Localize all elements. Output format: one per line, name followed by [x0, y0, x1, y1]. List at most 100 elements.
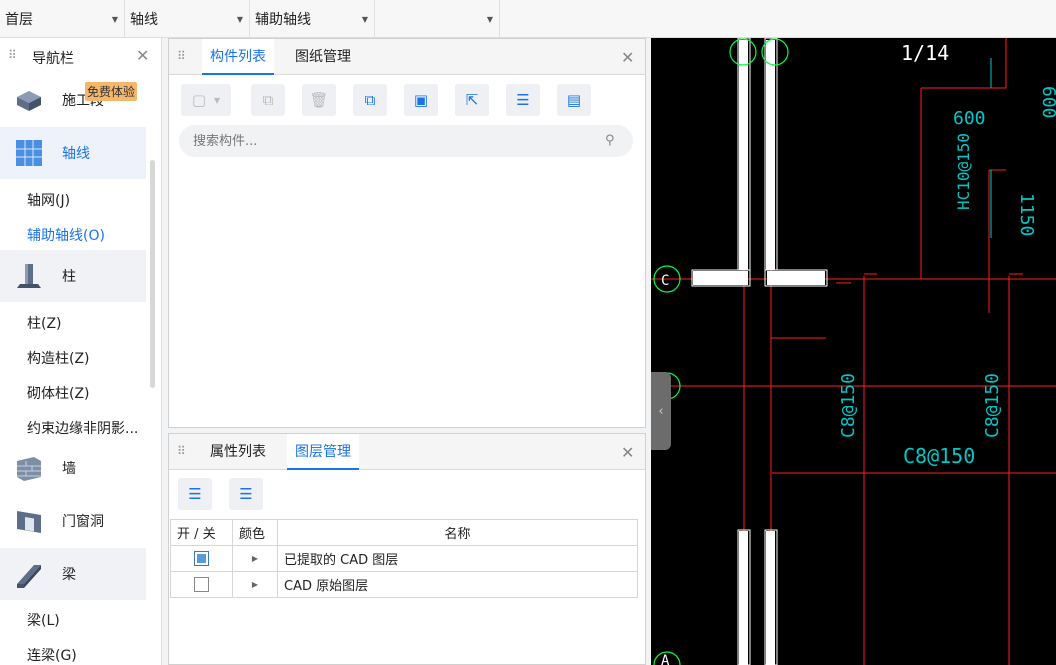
- chevron-down-icon: ▼: [111, 15, 118, 24]
- nav-category-label: 梁: [62, 567, 76, 583]
- close-icon[interactable]: ✕: [621, 48, 634, 67]
- rebar-label-hc10: HC10@150: [954, 133, 973, 210]
- nav-item-structural-column[interactable]: 构造柱(Z): [27, 348, 90, 368]
- table-row[interactable]: ▶ 已提取的 CAD 图层: [170, 545, 638, 572]
- door-window-icon: [17, 511, 41, 533]
- axis-grid-icon: [16, 140, 42, 166]
- chevron-left-icon: ‹: [658, 403, 664, 419]
- nav-category-door-window[interactable]: 门窗洞: [0, 495, 146, 547]
- divider: [499, 0, 500, 38]
- layers-show-icon: ☰: [188, 485, 202, 503]
- tab-layer-management[interactable]: 图层管理: [287, 434, 359, 470]
- layer-name: CAD 原始图层: [277, 571, 638, 598]
- nav-item-beam[interactable]: 梁(L): [27, 610, 60, 630]
- detail-list-icon: ▤: [566, 91, 582, 109]
- trash-icon: 🗑: [309, 91, 329, 109]
- floor-dropdown[interactable]: 首层 ▼: [0, 0, 124, 38]
- chevron-down-icon: ▼: [214, 95, 221, 105]
- search-icon: ⚲: [605, 133, 615, 148]
- close-icon[interactable]: ✕: [621, 443, 634, 462]
- nav-category-label: 墙: [62, 461, 76, 477]
- close-icon[interactable]: ✕: [136, 46, 149, 65]
- nav-item-masonry-column[interactable]: 砌体柱(Z): [27, 383, 90, 403]
- beam-icon: [17, 565, 41, 588]
- column-header-toggle: 开 / 关: [170, 519, 233, 546]
- expand-arrow-icon[interactable]: ▶: [252, 554, 258, 563]
- nav-category-label: 轴线: [62, 146, 90, 162]
- nav-item-column[interactable]: 柱(Z): [27, 313, 62, 333]
- nav-item-axis-grid[interactable]: 轴网(J): [27, 190, 70, 210]
- table-row[interactable]: ▶ CAD 原始图层: [170, 571, 638, 598]
- drag-handle-icon[interactable]: ⠿: [8, 48, 17, 62]
- nav-panel: ⠿ 导航栏 ✕ 施工段 免费体验 轴线 轴网(J) 辅助轴线(O) 柱 柱(Z)…: [0, 38, 162, 665]
- nav-item-aux-axis[interactable]: 辅助轴线(O): [27, 225, 105, 245]
- column-header-name: 名称: [277, 519, 638, 546]
- nav-category-construction-segment[interactable]: 施工段 免费体验: [0, 74, 146, 126]
- construction-segment-icon: [17, 91, 41, 111]
- chevron-down-icon: ▼: [236, 15, 243, 24]
- scale-label: 1/14: [901, 41, 949, 65]
- layer-toggle-checkbox[interactable]: [194, 577, 209, 592]
- category-dropdown[interactable]: 轴线 ▼: [125, 0, 249, 38]
- nav-title: 导航栏: [32, 51, 74, 67]
- expand-arrow-icon[interactable]: ▶: [252, 580, 258, 589]
- column-header-color: 颜色: [232, 519, 278, 546]
- details-button[interactable]: ▤: [557, 84, 591, 116]
- export-icon: ⇱: [465, 91, 479, 109]
- new-component-button[interactable]: ▢ ▼: [181, 84, 231, 116]
- properties-button[interactable]: ☰: [506, 84, 540, 116]
- export-button[interactable]: ⇱: [455, 84, 489, 116]
- copy-button[interactable]: ⧉: [251, 84, 285, 116]
- nav-item-boundary-element[interactable]: 约束边缘非阴影...: [27, 418, 138, 438]
- layer-name: 已提取的 CAD 图层: [277, 545, 638, 572]
- nav-item-coupling-beam[interactable]: 连梁(G): [27, 645, 77, 665]
- tab-drawing-management[interactable]: 图纸管理: [287, 39, 359, 75]
- floor-value: 首层: [5, 12, 33, 28]
- layer-toggle-checkbox[interactable]: [194, 551, 209, 566]
- delete-button[interactable]: 🗑: [302, 84, 336, 116]
- nav-scrollbar[interactable]: [150, 160, 155, 388]
- show-layer-button[interactable]: ☰: [178, 478, 212, 510]
- axis-label-c: C: [661, 273, 669, 289]
- collapse-panel-button[interactable]: ‹: [651, 372, 671, 450]
- save-template-button[interactable]: ▣: [404, 84, 438, 116]
- nav-category-label: 柱: [62, 269, 76, 285]
- rebar-label-c8-right: C8@150: [982, 373, 1003, 438]
- rebar-label-c8-left: C8@150: [838, 373, 859, 438]
- extra-dropdown[interactable]: ▼: [375, 0, 499, 38]
- table-header: 开 / 关 颜色 名称: [170, 519, 638, 546]
- nav-category-axis[interactable]: 轴线: [0, 127, 146, 179]
- component-panel-tabs: ⠿ 构件列表 图纸管理 ✕: [169, 39, 645, 75]
- subcategory-dropdown[interactable]: 辅助轴线 ▼: [250, 0, 374, 38]
- rebar-label-c8-mid: C8@150: [903, 444, 975, 468]
- subcategory-value: 辅助轴线: [255, 12, 311, 28]
- hide-layer-button[interactable]: ☰: [229, 478, 263, 510]
- nav-category-beam[interactable]: 梁: [0, 548, 146, 600]
- drag-handle-icon[interactable]: ⠿: [177, 444, 186, 458]
- search-input[interactable]: [179, 125, 633, 157]
- cad-drawing: C A 1/14 600 600 1150 HC10@150 C8@150 C8…: [651, 38, 1056, 665]
- new-file-icon: ▢: [191, 91, 207, 109]
- nav-category-wall[interactable]: 墙: [0, 442, 146, 494]
- layer-table: 开 / 关 颜色 名称 ▶ 已提取的 CAD 图层 ▶ CAD 原始图层: [170, 519, 638, 598]
- free-trial-badge[interactable]: 免费体验: [85, 82, 138, 101]
- save-icon: ▣: [413, 91, 429, 109]
- tab-component-list[interactable]: 构件列表: [202, 39, 274, 75]
- cad-canvas[interactable]: C A 1/14 600 600 1150 HC10@150 C8@150 C8…: [651, 38, 1056, 665]
- nav-category-column[interactable]: 柱: [0, 250, 146, 302]
- drag-handle-icon[interactable]: ⠿: [177, 49, 186, 63]
- top-toolbar: 首层 ▼ 轴线 ▼ 辅助轴线 ▼ ▼: [0, 0, 1056, 38]
- copy-icon: ⧉: [262, 91, 274, 109]
- duplicate-icon: ⧉: [364, 91, 376, 109]
- category-value: 轴线: [130, 12, 158, 28]
- component-panel: ⠿ 构件列表 图纸管理 ✕ ▢▼ ⧉ 🗑 ⧉ ▣ ⇱ ☰ ▤ ⚲: [168, 38, 646, 428]
- axis-label-a: A: [661, 653, 670, 665]
- list-icon: ☰: [516, 91, 530, 109]
- layers-hide-icon: ☰: [239, 485, 253, 503]
- dim-600-top: 600: [1038, 86, 1056, 119]
- tab-property-list[interactable]: 属性列表: [202, 434, 274, 470]
- column-icon: [17, 264, 41, 288]
- duplicate-button[interactable]: ⧉: [353, 84, 387, 116]
- layer-panel-tabs: ⠿ 属性列表 图层管理 ✕: [169, 434, 645, 470]
- nav-category-label: 门窗洞: [62, 514, 104, 530]
